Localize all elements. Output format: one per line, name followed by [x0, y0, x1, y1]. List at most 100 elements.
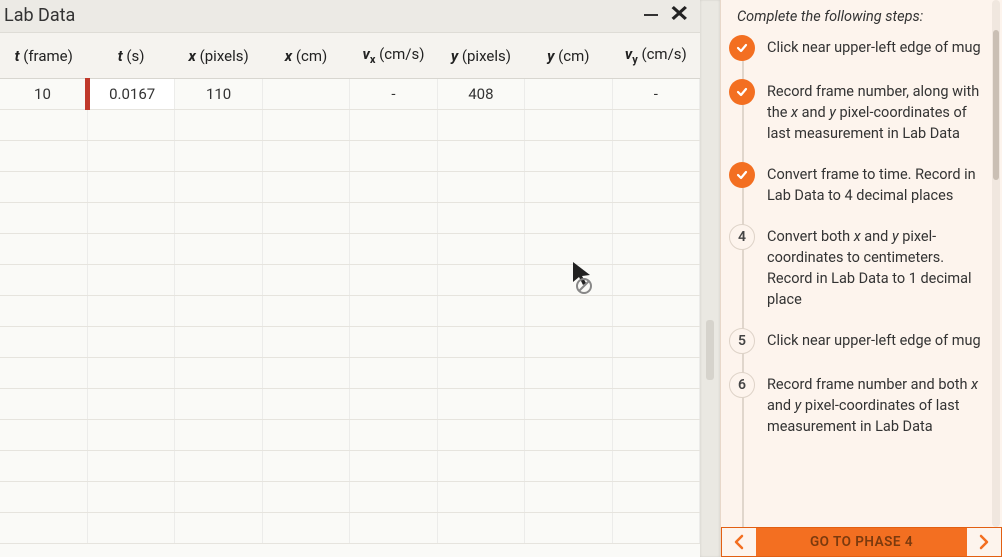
table-cell[interactable] — [262, 513, 349, 544]
table-cell[interactable] — [262, 110, 349, 141]
table-cell[interactable] — [262, 482, 349, 513]
table-cell[interactable] — [262, 141, 349, 172]
data-table[interactable]: t (frame)t (s)x (pixels)x (cm)vx (cm/s)y… — [0, 33, 700, 544]
table-cell[interactable] — [612, 234, 699, 265]
table-cell[interactable] — [87, 327, 174, 358]
table-cell[interactable] — [612, 482, 699, 513]
table-cell[interactable] — [175, 296, 262, 327]
table-cell[interactable]: 0.0167 — [87, 79, 174, 110]
table-cell[interactable] — [525, 451, 612, 482]
table-cell[interactable] — [0, 327, 87, 358]
table-cell[interactable] — [612, 203, 699, 234]
close-icon[interactable]: ✕ — [669, 4, 689, 26]
table-cell[interactable] — [350, 203, 437, 234]
table-cell[interactable] — [350, 141, 437, 172]
table-cell[interactable] — [525, 141, 612, 172]
table-cell[interactable] — [525, 296, 612, 327]
table-cell[interactable] — [525, 110, 612, 141]
table-cell[interactable] — [262, 389, 349, 420]
table-cell[interactable] — [612, 358, 699, 389]
table-cell[interactable] — [262, 172, 349, 203]
table-cell[interactable] — [262, 420, 349, 451]
table-cell[interactable] — [612, 172, 699, 203]
table-cell[interactable] — [612, 420, 699, 451]
table-cell[interactable] — [437, 265, 524, 296]
table-cell[interactable] — [87, 420, 174, 451]
table-cell[interactable] — [0, 110, 87, 141]
table-cell[interactable] — [262, 296, 349, 327]
table-cell[interactable] — [612, 110, 699, 141]
table-cell[interactable] — [525, 234, 612, 265]
table-cell[interactable] — [175, 482, 262, 513]
table-cell[interactable]: 408 — [437, 79, 524, 110]
table-cell[interactable] — [87, 203, 174, 234]
table-cell[interactable] — [437, 513, 524, 544]
table-cell[interactable] — [350, 389, 437, 420]
table-cell[interactable] — [262, 451, 349, 482]
table-cell[interactable] — [612, 296, 699, 327]
table-cell[interactable] — [175, 172, 262, 203]
table-cell[interactable] — [87, 141, 174, 172]
table-cell[interactable] — [612, 513, 699, 544]
table-cell[interactable] — [437, 141, 524, 172]
table-cell[interactable] — [175, 389, 262, 420]
table-cell[interactable] — [612, 451, 699, 482]
table-cell[interactable] — [350, 482, 437, 513]
table-cell[interactable] — [0, 513, 87, 544]
table-cell[interactable] — [350, 234, 437, 265]
scrollbar[interactable] — [992, 0, 1000, 527]
table-cell[interactable] — [437, 389, 524, 420]
table-cell[interactable] — [525, 203, 612, 234]
prev-phase-button[interactable] — [722, 528, 756, 556]
panel-divider[interactable] — [700, 0, 720, 557]
table-cell[interactable] — [612, 141, 699, 172]
table-cell[interactable] — [175, 327, 262, 358]
table-cell[interactable] — [437, 420, 524, 451]
table-cell[interactable] — [350, 358, 437, 389]
table-cell[interactable]: - — [350, 79, 437, 110]
table-cell[interactable] — [525, 358, 612, 389]
table-cell[interactable] — [175, 513, 262, 544]
scrollbar-thumb[interactable] — [993, 30, 999, 180]
table-cell[interactable] — [87, 234, 174, 265]
table-cell[interactable] — [87, 389, 174, 420]
table-cell[interactable] — [262, 203, 349, 234]
table-cell[interactable] — [87, 358, 174, 389]
table-cell[interactable] — [0, 265, 87, 296]
table-cell[interactable] — [525, 513, 612, 544]
table-cell[interactable] — [437, 172, 524, 203]
table-cell[interactable] — [87, 451, 174, 482]
table-cell[interactable] — [175, 203, 262, 234]
minimize-icon[interactable] — [644, 14, 658, 16]
table-cell[interactable] — [87, 296, 174, 327]
table-cell[interactable] — [437, 234, 524, 265]
table-cell[interactable]: 110 — [175, 79, 262, 110]
table-cell[interactable] — [437, 358, 524, 389]
table-cell[interactable]: - — [612, 79, 699, 110]
table-cell[interactable] — [525, 172, 612, 203]
divider-handle-icon[interactable] — [706, 320, 714, 380]
table-cell[interactable] — [350, 327, 437, 358]
table-cell[interactable] — [350, 110, 437, 141]
table-cell[interactable] — [525, 482, 612, 513]
table-cell[interactable] — [350, 296, 437, 327]
table-cell[interactable] — [262, 358, 349, 389]
table-cell[interactable] — [262, 79, 349, 110]
table-cell[interactable] — [437, 327, 524, 358]
table-cell[interactable]: 10 — [0, 79, 87, 110]
table-cell[interactable] — [0, 172, 87, 203]
table-cell[interactable] — [437, 482, 524, 513]
table-cell[interactable] — [175, 110, 262, 141]
table-cell[interactable] — [175, 265, 262, 296]
table-cell[interactable] — [437, 451, 524, 482]
table-cell[interactable] — [525, 420, 612, 451]
table-cell[interactable] — [0, 141, 87, 172]
table-cell[interactable] — [262, 265, 349, 296]
table-cell[interactable] — [175, 420, 262, 451]
table-cell[interactable] — [175, 234, 262, 265]
table-cell[interactable] — [0, 451, 87, 482]
table-cell[interactable] — [0, 296, 87, 327]
table-cell[interactable] — [350, 451, 437, 482]
table-cell[interactable] — [87, 265, 174, 296]
table-cell[interactable] — [0, 482, 87, 513]
